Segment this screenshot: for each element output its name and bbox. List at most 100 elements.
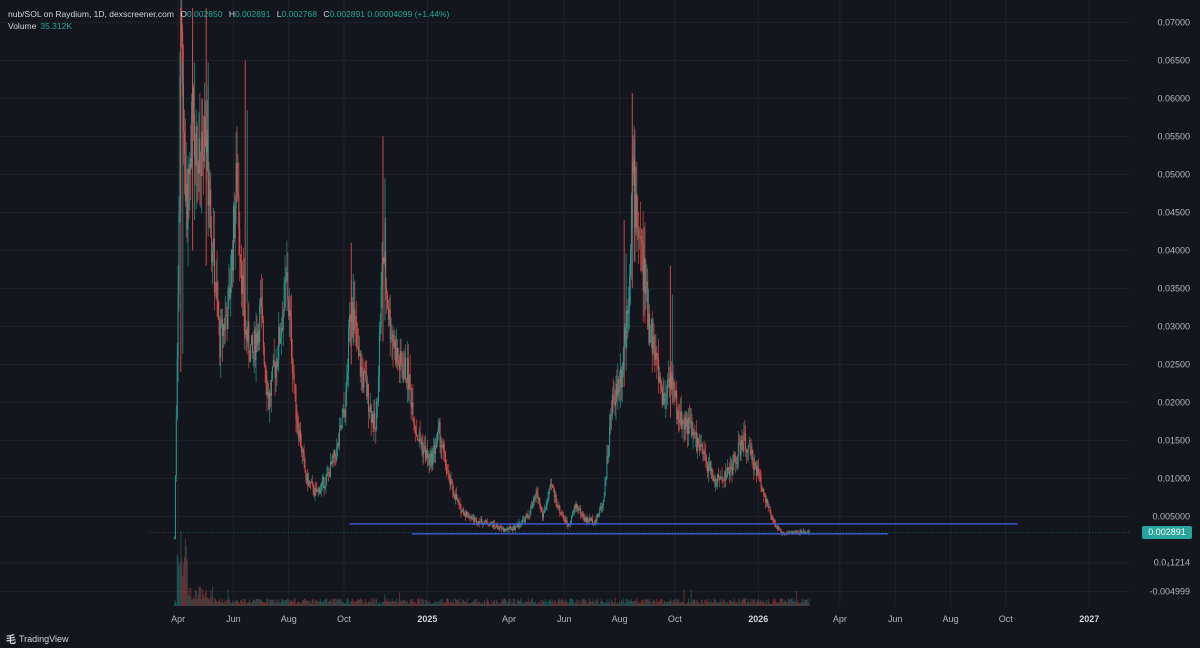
candle-body — [790, 531, 792, 533]
candle-body — [414, 423, 416, 426]
candle-body — [594, 520, 596, 523]
candle-body — [409, 374, 411, 387]
candle-body — [644, 257, 646, 294]
candle-body — [466, 512, 468, 514]
candle-body — [329, 472, 331, 477]
price-tick-label: 0.05500 — [1157, 131, 1190, 141]
candle-body — [232, 206, 234, 271]
candle-body — [763, 489, 765, 496]
candle-body — [664, 400, 666, 403]
price-axis[interactable]: 0.07000 0.06500 0.06000 0.05500 0.05000 0.045… — [1149, 17, 1190, 596]
candle-body — [186, 183, 188, 229]
candle-body — [619, 388, 621, 392]
candle-body — [612, 395, 614, 396]
candle-body — [682, 420, 684, 425]
candle-body — [534, 495, 536, 500]
candle-body — [469, 516, 471, 519]
candle-body — [298, 427, 300, 439]
candle-body — [348, 328, 350, 373]
candle-body — [757, 465, 759, 473]
candle-body — [177, 294, 179, 359]
tradingview-logo[interactable]: ⽑ TradingView — [6, 631, 69, 647]
time-tick-label: Apr — [502, 614, 516, 624]
candle-body — [318, 488, 320, 490]
tradingview-logo-icon: ⽑ — [6, 635, 16, 646]
candle-body — [775, 526, 777, 527]
candle-body — [665, 398, 667, 401]
candle-body — [571, 515, 573, 522]
candle-body — [640, 235, 642, 241]
candle-body — [703, 451, 705, 454]
candle-body — [507, 528, 509, 530]
candle-body — [542, 511, 544, 518]
candle-body — [261, 297, 263, 308]
candle-body — [571, 512, 573, 516]
candle-body — [235, 163, 237, 209]
time-tick-label: Oct — [337, 614, 352, 624]
candle-body — [707, 463, 709, 473]
candle-body — [417, 440, 419, 441]
candle-body — [427, 454, 429, 458]
candle-body — [403, 370, 405, 380]
candles — [173, 0, 810, 540]
candle-body — [549, 486, 551, 490]
candle-body — [574, 506, 576, 509]
price-tick-label: 0.06500 — [1157, 55, 1190, 65]
candle-body — [233, 206, 235, 239]
candle-body — [397, 360, 399, 364]
candle-body — [395, 339, 397, 364]
candle-body — [541, 507, 543, 512]
candle-body — [378, 333, 380, 377]
candle-body — [581, 514, 583, 516]
candle-body — [617, 379, 619, 396]
candle-body — [596, 514, 598, 522]
price-tick-label: 0.01000 — [1157, 473, 1190, 483]
candle-body — [268, 392, 270, 410]
candle-body — [693, 431, 695, 434]
candle-body — [651, 319, 653, 354]
candle-body — [209, 189, 211, 206]
candle-body — [468, 517, 470, 519]
candle-body — [274, 365, 276, 378]
candle-body — [435, 442, 437, 448]
candle-body — [536, 491, 538, 494]
candle-body — [604, 479, 606, 497]
candle-body — [336, 446, 338, 460]
candle-body — [324, 486, 326, 489]
candle-body — [614, 401, 616, 407]
time-axis[interactable]: Apr Jun Aug Oct 2025 Apr Jun Aug Oct 2026 Apr Jun Au… — [171, 614, 1099, 624]
candle-body — [598, 513, 600, 517]
price-tick-label: 0.07000 — [1157, 17, 1190, 27]
candle-body — [581, 514, 583, 516]
candle-body — [379, 327, 381, 334]
candle-body — [452, 483, 454, 492]
grid-lines — [0, 0, 1130, 606]
support-lines[interactable] — [150, 523, 1130, 535]
candle-body — [708, 461, 710, 466]
candle-body — [705, 455, 707, 461]
candle-body — [513, 526, 515, 531]
candle-body — [367, 384, 369, 397]
candle-body — [251, 335, 253, 353]
candle-body — [299, 431, 301, 447]
candle-body — [762, 489, 764, 491]
candle-body — [615, 384, 617, 407]
candle-body — [477, 521, 479, 524]
candle-body — [371, 414, 373, 423]
candle-body — [189, 158, 191, 175]
candle-body — [511, 528, 513, 531]
change-value: 0.00004099 (+1.44%) — [367, 9, 450, 19]
candle-body — [582, 514, 584, 518]
candle-body — [380, 286, 382, 328]
candle-body — [347, 372, 349, 381]
candle-body — [197, 161, 199, 174]
candle-body — [217, 298, 219, 317]
candle-body — [416, 432, 418, 437]
candle-body — [188, 168, 190, 175]
price-chart[interactable]: Apr Jun Aug Oct 2025 Apr Jun Aug Oct 2026 Apr Jun Au… — [0, 0, 1200, 648]
candle-body — [597, 514, 599, 517]
candle-body — [400, 351, 402, 364]
candle-body — [736, 462, 738, 465]
volume-value: 35.312K — [40, 21, 73, 31]
price-tick-label: 0.02500 — [1157, 359, 1190, 369]
